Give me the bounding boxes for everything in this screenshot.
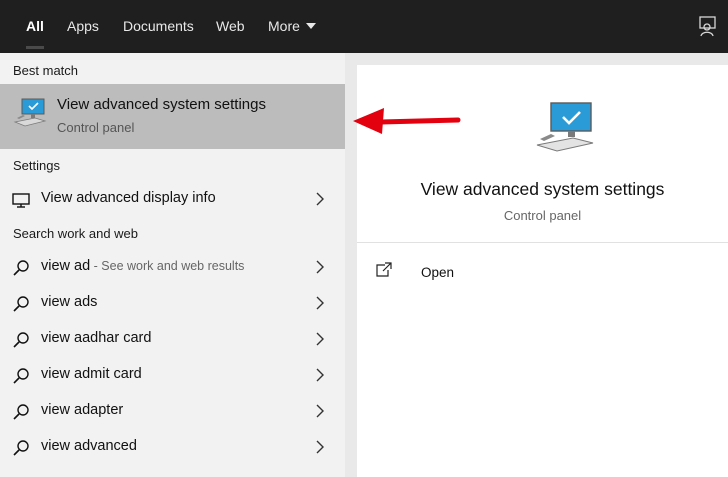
chevron-right-icon — [316, 296, 324, 310]
search-suggestion-item[interactable]: view ads — [0, 285, 345, 321]
feedback-icon[interactable] — [698, 15, 718, 37]
query-completion: aadhar card — [74, 330, 152, 346]
chevron-right-icon — [316, 332, 324, 346]
query-completion: advanced — [74, 438, 137, 454]
best-match-title: View advanced system settings — [57, 96, 266, 113]
chevron-right-icon — [316, 404, 324, 418]
tab-apps-label: Apps — [67, 18, 99, 34]
search-suggestion-item[interactable]: view ad - See work and web results — [0, 249, 345, 285]
computer-check-icon — [13, 98, 47, 127]
query-completion: ads — [74, 294, 98, 310]
results-list: Best match View advanced system settings… — [0, 53, 345, 477]
query-prefix: view — [41, 330, 75, 346]
tab-web[interactable]: Web — [216, 0, 245, 53]
settings-item-label: View advanced display info — [41, 190, 216, 206]
search-suggestion-label: view ad - See work and web results — [41, 258, 244, 274]
query-prefix: view — [41, 438, 75, 454]
query-prefix: view — [41, 366, 75, 382]
search-filter-bar: All Apps Documents Web More — [0, 0, 728, 53]
tab-documents-label: Documents — [123, 18, 194, 34]
tab-more[interactable]: More — [268, 0, 316, 53]
search-suggestion-label: view ads — [41, 294, 97, 310]
best-match-heading: Best match — [13, 63, 79, 78]
chevron-right-icon — [316, 368, 324, 382]
monitor-icon — [12, 193, 30, 208]
divider — [357, 242, 728, 243]
best-match-subtitle: Control panel — [57, 120, 135, 135]
chevron-right-icon — [316, 260, 324, 274]
search-icon — [13, 260, 29, 276]
preview-title: View advanced system settings — [420, 179, 665, 199]
best-match-result[interactable]: View advanced system settings Control pa… — [0, 84, 345, 149]
computer-check-icon — [536, 102, 594, 152]
open-action[interactable]: Open — [375, 262, 575, 286]
search-web-heading: Search work and web — [13, 226, 139, 241]
settings-heading: Settings — [13, 158, 60, 173]
chevron-right-icon — [316, 192, 324, 206]
search-suggestion-label: view advanced — [41, 438, 137, 454]
search-suggestion-label: view aadhar card — [41, 330, 151, 346]
query-completion: admit card — [74, 366, 142, 382]
search-suggestion-item[interactable]: view admit card — [0, 357, 345, 393]
search-icon — [13, 296, 29, 312]
search-suggestion-label: view adapter — [41, 402, 123, 418]
tab-more-label: More — [268, 18, 300, 34]
tab-all[interactable]: All — [26, 0, 44, 53]
search-suggestion-item[interactable]: view aadhar card — [0, 321, 345, 357]
chevron-down-icon — [305, 23, 316, 29]
search-icon — [13, 368, 29, 384]
tab-all-label: All — [26, 18, 44, 34]
tab-apps[interactable]: Apps — [67, 0, 99, 53]
search-suggestion-label: view admit card — [41, 366, 142, 382]
search-suggestion-item[interactable]: view adapter — [0, 393, 345, 429]
search-suggestion-item[interactable]: view advanced — [0, 429, 345, 465]
chevron-right-icon — [316, 440, 324, 454]
preview-subtitle: Control panel — [503, 208, 582, 223]
query-completion: ad — [74, 258, 91, 274]
red-arrow-annotation — [353, 108, 461, 134]
active-tab-indicator — [26, 46, 44, 49]
search-hint: - See work and web results — [90, 259, 245, 273]
query-completion: adapter — [74, 402, 124, 418]
search-icon — [13, 332, 29, 348]
tab-documents[interactable]: Documents — [123, 0, 194, 53]
query-prefix: view — [41, 258, 75, 274]
search-icon — [13, 440, 29, 456]
query-prefix: view — [41, 294, 75, 310]
search-icon — [13, 404, 29, 420]
open-external-icon — [376, 262, 392, 277]
settings-item-display-info[interactable]: View advanced display info — [0, 181, 345, 217]
tab-web-label: Web — [216, 18, 245, 34]
open-label: Open — [421, 265, 455, 280]
query-prefix: view — [41, 402, 75, 418]
